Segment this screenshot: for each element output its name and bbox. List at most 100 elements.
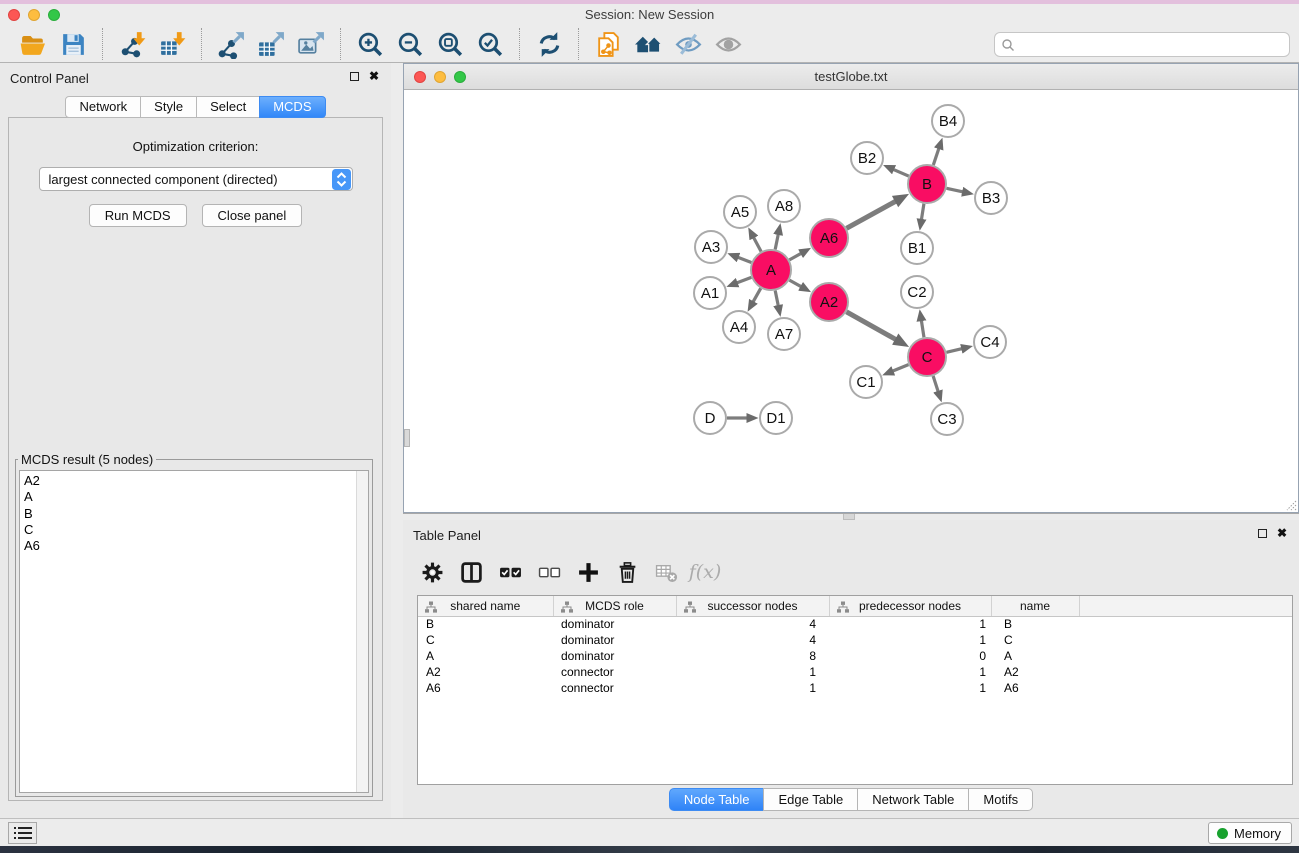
graph-node-A4[interactable]: A4 [723,311,755,343]
list-item[interactable]: A2 [24,473,368,489]
tab-motifs[interactable]: Motifs [968,788,1033,811]
graph-node-A8[interactable]: A8 [768,190,800,222]
graph-node-A2[interactable]: A2 [810,283,848,321]
divider-grip-icon[interactable] [404,429,410,447]
clone-session-button[interactable] [590,28,626,60]
graph-edge-B-B3[interactable] [947,188,963,192]
graph-node-B1[interactable]: B1 [901,232,933,264]
graph-node-A3[interactable]: A3 [695,231,727,263]
graph-edge-C-C4[interactable] [946,349,961,353]
column-header-shared-name[interactable]: shared name [418,596,553,616]
import-table-button[interactable] [154,28,190,60]
list-item[interactable]: A [24,489,368,505]
graph-edge-C-C2[interactable] [921,321,924,338]
select-all-rows-button[interactable] [495,557,525,587]
list-item[interactable]: B [24,506,368,522]
graph-edge-B-B1[interactable] [921,204,923,220]
table-row[interactable]: A2connector11A2 [418,664,1292,680]
list-item[interactable]: C [24,522,368,538]
tab-style[interactable]: Style [140,96,197,118]
graph-edge-A-A4[interactable] [753,288,761,301]
graph-edge-B-B2[interactable] [894,170,909,177]
table-row[interactable]: Cdominator41C [418,632,1292,648]
show-columns-button[interactable] [456,557,486,587]
graph-edge-A-A6[interactable] [789,253,801,259]
home-button[interactable] [630,28,666,60]
open-file-button[interactable] [15,28,51,60]
graph-edge-B-B4[interactable] [933,149,939,166]
criterion-dropdown[interactable]: largest connected component (directed) [39,167,353,191]
resize-grip-icon[interactable] [1283,497,1297,511]
tab-network[interactable]: Network [65,96,141,118]
tab-select[interactable]: Select [196,96,260,118]
horizontal-divider[interactable] [403,513,1299,520]
tab-network-table[interactable]: Network Table [857,788,969,811]
graph-edge-A-A3[interactable] [738,257,751,262]
save-session-button[interactable] [55,28,91,60]
show-panels-button[interactable] [710,28,746,60]
float-panel-icon[interactable] [1258,529,1267,538]
graph-node-C3[interactable]: C3 [931,403,963,435]
graph-edge-A2-C[interactable] [846,312,895,340]
graph-edge-C-C1[interactable] [893,365,909,371]
function-builder-button[interactable]: f(x) [690,557,720,587]
refresh-layout-button[interactable] [531,28,567,60]
network-canvas[interactable]: B4B2BB3A8A5A6A3B1AC2A1A2A4A7C4CC1C3DD1 [404,90,1298,512]
export-table-button[interactable] [253,28,289,60]
graph-node-C1[interactable]: C1 [850,366,882,398]
graph-node-B2[interactable]: B2 [851,142,883,174]
export-network-button[interactable] [213,28,249,60]
tab-node-table[interactable]: Node Table [669,788,765,811]
graph-edge-A-A7[interactable] [775,291,778,306]
export-image-button[interactable] [293,28,329,60]
graph-node-A[interactable]: A [751,250,791,290]
graph-node-C[interactable]: C [908,338,946,376]
run-mcds-button[interactable]: Run MCDS [89,204,187,227]
graph-node-B4[interactable]: B4 [932,105,964,137]
zoom-in-button[interactable] [352,28,388,60]
delete-column-button[interactable] [612,557,642,587]
list-item[interactable]: A6 [24,538,368,554]
graph-node-B3[interactable]: B3 [975,182,1007,214]
graph-edge-C-C3[interactable] [933,376,938,391]
close-panel-icon[interactable]: ✖ [1277,526,1287,540]
delete-table-button[interactable] [651,557,681,587]
task-history-button[interactable] [8,822,37,844]
close-panel-icon[interactable]: ✖ [369,69,379,83]
column-header-name[interactable]: name [991,596,1079,616]
column-header-predecessor-nodes[interactable]: predecessor nodes [829,596,991,616]
zoom-out-button[interactable] [392,28,428,60]
table-settings-button[interactable] [417,557,447,587]
table-row[interactable]: Adominator80A [418,648,1292,664]
search-input[interactable] [1019,35,1289,55]
zoom-selected-button[interactable] [472,28,508,60]
graph-edge-A-A5[interactable] [754,238,761,252]
tab-edge-table[interactable]: Edge Table [763,788,858,811]
graph-node-D1[interactable]: D1 [760,402,792,434]
column-header-mcds-role[interactable]: MCDS role [553,596,676,616]
column-header-successor-nodes[interactable]: successor nodes [676,596,829,616]
graph-node-B[interactable]: B [908,165,946,203]
import-network-button[interactable] [114,28,150,60]
float-panel-icon[interactable] [350,72,359,81]
zoom-fit-button[interactable] [432,28,468,60]
graph-node-D[interactable]: D [694,402,726,434]
table-row[interactable]: Bdominator41B [418,616,1292,632]
tab-mcds[interactable]: MCDS [259,96,325,118]
add-column-button[interactable] [573,557,603,587]
graph-node-A6[interactable]: A6 [810,219,848,257]
close-panel-button[interactable]: Close panel [202,204,303,227]
hide-panels-button[interactable] [670,28,706,60]
graph-edge-A-A1[interactable] [737,277,751,282]
memory-button[interactable]: Memory [1208,822,1292,844]
graph-edge-A-A8[interactable] [775,234,778,249]
graph-node-C4[interactable]: C4 [974,326,1006,358]
search-box[interactable] [994,32,1290,57]
graph-edge-A6-B[interactable] [847,201,896,228]
graph-edge-A-A2[interactable] [789,280,801,286]
deselect-all-rows-button[interactable] [534,557,564,587]
graph-node-A7[interactable]: A7 [768,318,800,350]
graph-node-A1[interactable]: A1 [694,277,726,309]
table-row[interactable]: A6connector11A6 [418,680,1292,696]
graph-node-C2[interactable]: C2 [901,276,933,308]
